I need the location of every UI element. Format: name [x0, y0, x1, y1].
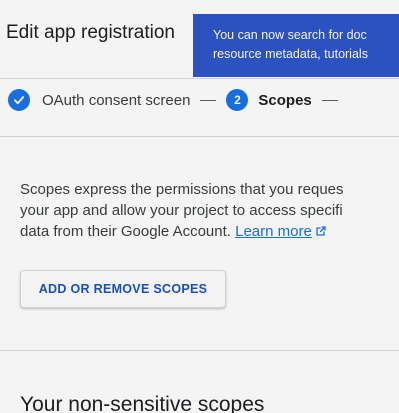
toast-line-2: resource metadata, tutorials	[213, 47, 368, 61]
search-announcement-toast[interactable]: You can now search for doc resource meta…	[193, 14, 399, 77]
step-scopes[interactable]: Scopes	[258, 92, 311, 109]
app-registration-page: Edit app registration You can now search…	[0, 0, 399, 413]
registration-stepper: OAuth consent screen 2 Scopes	[8, 88, 348, 112]
step-oauth-consent-screen[interactable]: OAuth consent screen	[42, 92, 190, 109]
step-number-badge: 2	[226, 89, 249, 111]
description-line-3-text: data from their Google Account.	[20, 223, 236, 240]
description-line-1: Scopes express the permissions that you …	[20, 181, 344, 198]
learn-more-label: Learn more	[235, 223, 312, 240]
header-divider	[0, 78, 399, 79]
stepper-divider	[0, 136, 399, 137]
toast-line-1: You can now search for doc	[213, 28, 367, 42]
section-divider	[0, 350, 399, 351]
step-number: 2	[234, 93, 241, 107]
step-separator	[200, 99, 217, 101]
scopes-description: Scopes express the permissions that you …	[20, 179, 399, 242]
check-icon	[8, 89, 30, 111]
add-or-remove-scopes-button[interactable]: ADD OR REMOVE SCOPES	[20, 270, 226, 308]
non-sensitive-scopes-heading: Your non-sensitive scopes	[20, 393, 265, 413]
description-line-2: your app and allow your project to acces…	[20, 202, 343, 219]
page-title: Edit app registration	[6, 22, 175, 43]
step-separator-next	[321, 99, 338, 101]
learn-more-link[interactable]: Learn more	[235, 223, 327, 240]
description-line-3: data from their Google Account. Learn mo…	[20, 221, 399, 242]
external-link-icon	[316, 226, 326, 236]
